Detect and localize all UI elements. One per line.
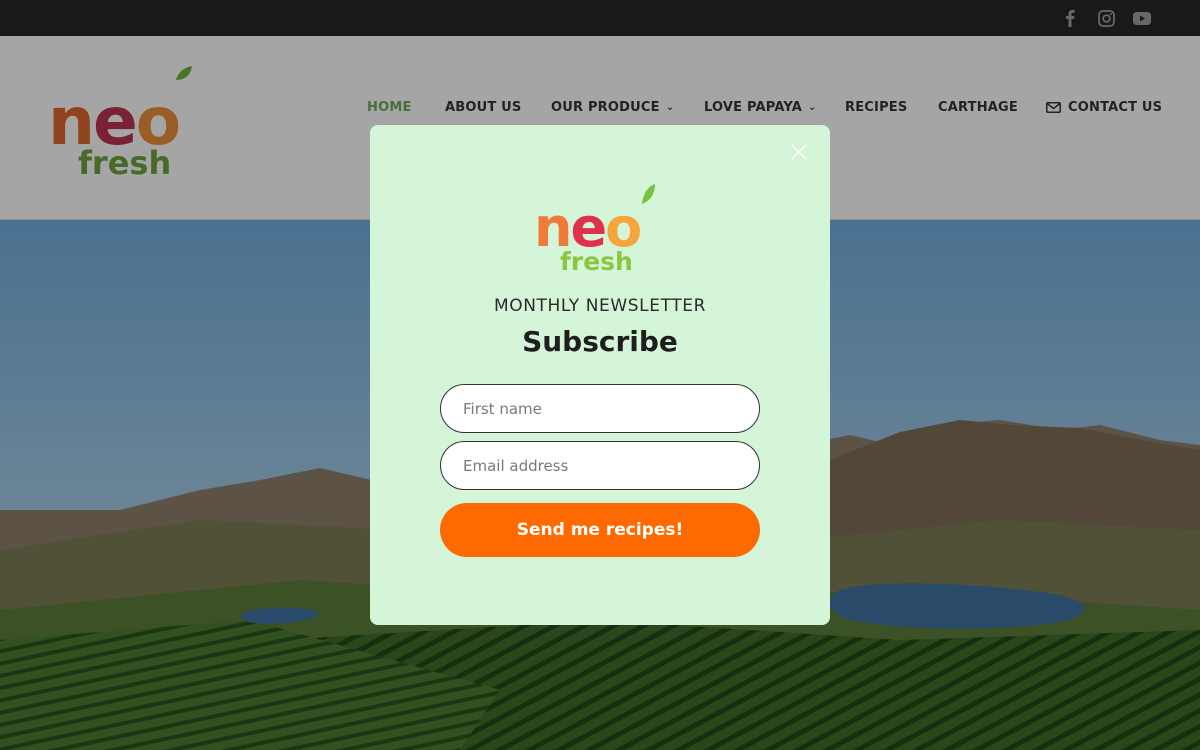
modal-logo-fresh: fresh bbox=[560, 247, 633, 276]
email-field[interactable] bbox=[440, 441, 760, 490]
subscribe-title: Subscribe bbox=[522, 325, 678, 358]
newsletter-eyebrow: MONTHLY NEWSLETTER bbox=[493, 296, 707, 316]
first-name-field[interactable] bbox=[440, 384, 760, 433]
modal-logo: neo fresh bbox=[534, 184, 655, 276]
close-icon[interactable] bbox=[786, 139, 812, 165]
send-recipes-button[interactable]: Send me recipes! bbox=[440, 503, 760, 557]
